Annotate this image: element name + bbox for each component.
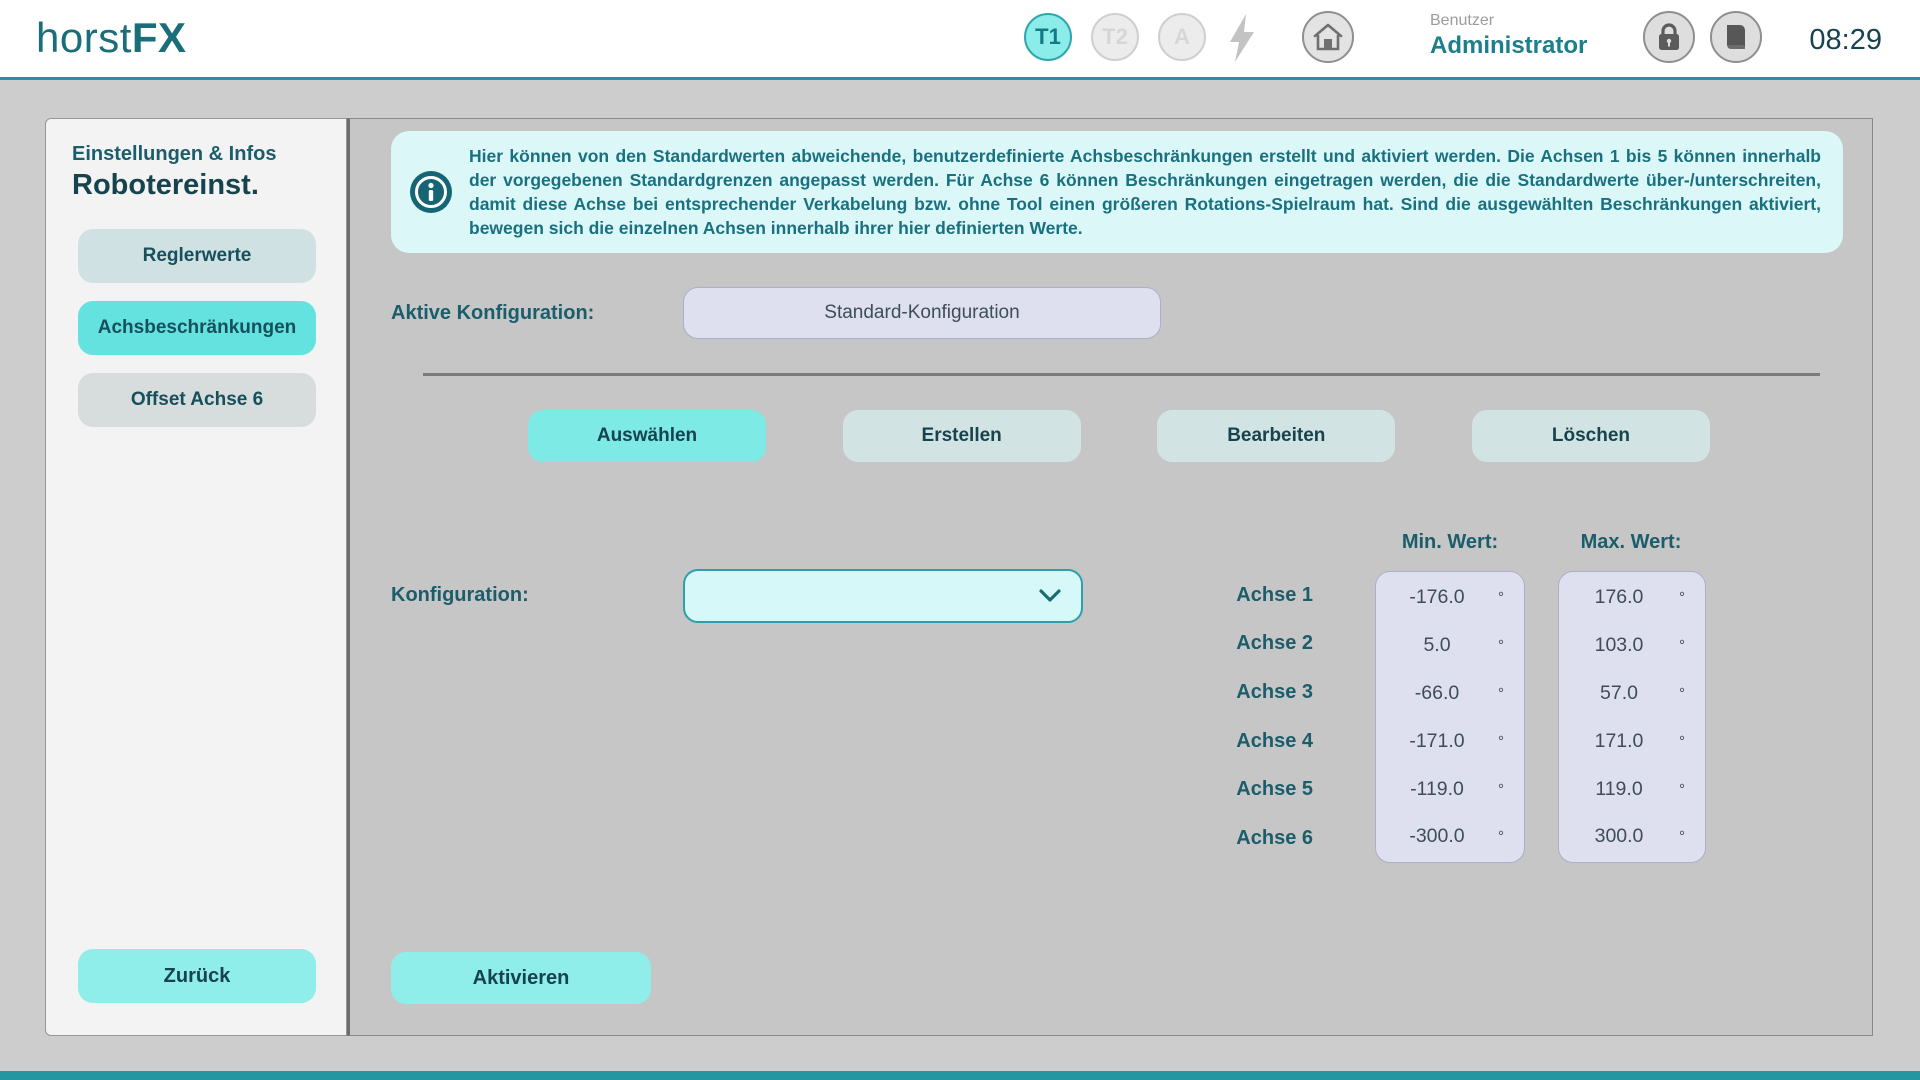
degree-unit: ° [1498,637,1524,654]
settings-sidebar: Einstellungen & Infos Robotereinst. Regl… [45,118,347,1036]
sidebar-item-reglerwerte[interactable]: Reglerwerte [78,229,316,283]
min-value-row: -171.0° [1376,717,1524,765]
max-value-row: 57.0° [1559,670,1705,718]
bottom-accent-bar [0,1071,1920,1080]
home-icon [1312,22,1344,52]
config-select-dropdown[interactable] [683,569,1083,623]
info-text: Hier können von den Standardwerten abwei… [469,144,1821,240]
degree-unit: ° [1679,781,1705,798]
mode-auto-button[interactable]: A [1158,13,1206,61]
max-values-box: 176.0° 103.0° 57.0° 171.0° 119.0° 300.0° [1558,571,1706,863]
min-value-row: -119.0° [1376,765,1524,813]
degree-unit: ° [1498,589,1524,606]
min-value: -171.0 [1376,730,1498,753]
lock-icon [1656,23,1682,51]
min-value-row: -300.0° [1376,813,1524,861]
max-value-header: Max. Wert: [1556,531,1706,554]
axis-label: Achse 4 [1193,717,1313,766]
clock: 08:29 [1809,24,1882,57]
min-value-row: 5.0° [1376,622,1524,670]
section-divider [423,373,1820,376]
main-content-panel: Hier können von den Standardwerten abwei… [347,118,1873,1036]
horstfx-logo: horstFX [36,14,187,62]
axis-label: Achse 3 [1193,668,1313,717]
axis-label-column: Achse 1 Achse 2 Achse 3 Achse 4 Achse 5 … [1193,571,1313,863]
degree-unit: ° [1679,828,1705,845]
info-banner: Hier können von den Standardwerten abwei… [391,131,1843,253]
sidebar-title: Robotereinst. [72,169,259,202]
logo-light-part: horst [36,14,132,61]
info-icon [409,170,453,214]
top-bar: horstFX T1 T2 A Benutzer Administrator [0,0,1920,80]
degree-unit: ° [1498,828,1524,845]
min-value-row: -66.0° [1376,670,1524,718]
power-lightning-icon [1222,12,1262,64]
sidebar-item-offset-achse-6[interactable]: Offset Achse 6 [78,373,316,427]
activate-button[interactable]: Aktivieren [391,952,651,1004]
config-select-label: Konfiguration: [391,584,529,607]
user-info: Benutzer Administrator [1430,12,1587,60]
active-config-value: Standard-Konfiguration [683,287,1161,339]
config-action-tabs: Auswählen Erstellen Bearbeiten Löschen [528,410,1710,462]
degree-unit: ° [1679,589,1705,606]
degree-unit: ° [1498,685,1524,702]
sidebar-item-achsbeschraenkungen[interactable]: Achsbeschränkungen [78,301,316,355]
min-value: -119.0 [1376,778,1498,801]
max-value-row: 171.0° [1559,717,1705,765]
max-value: 300.0 [1559,825,1679,848]
lock-button[interactable] [1643,11,1695,63]
sidebar-subtitle: Einstellungen & Infos [72,143,276,166]
back-button[interactable]: Zurück [78,949,316,1003]
active-config-label: Aktive Konfiguration: [391,302,594,325]
mode-t2-button[interactable]: T2 [1091,13,1139,61]
tab-bearbeiten[interactable]: Bearbeiten [1157,410,1395,462]
axis-label: Achse 5 [1193,765,1313,814]
max-value: 57.0 [1559,682,1679,705]
max-value-row: 300.0° [1559,813,1705,861]
book-icon [1723,22,1749,52]
axis-label: Achse 1 [1193,571,1313,620]
tab-loeschen[interactable]: Löschen [1472,410,1710,462]
min-value: -176.0 [1376,586,1498,609]
user-name: Administrator [1430,32,1587,60]
max-value: 176.0 [1559,586,1679,609]
max-value-row: 103.0° [1559,622,1705,670]
logo-bold-part: FX [132,14,187,61]
degree-unit: ° [1679,637,1705,654]
min-value-row: -176.0° [1376,574,1524,622]
home-button[interactable] [1302,11,1354,63]
max-value-row: 119.0° [1559,765,1705,813]
degree-unit: ° [1679,733,1705,750]
min-values-box: -176.0° 5.0° -66.0° -171.0° -119.0° -300… [1375,571,1525,863]
manual-button[interactable] [1710,11,1762,63]
horstfx-screen: horstFX T1 T2 A Benutzer Administrator [0,0,1920,1080]
axis-label: Achse 2 [1193,620,1313,669]
degree-unit: ° [1498,733,1524,750]
tab-erstellen[interactable]: Erstellen [843,410,1081,462]
max-value: 103.0 [1559,634,1679,657]
max-value: 119.0 [1559,778,1679,801]
tab-auswaehlen[interactable]: Auswählen [528,410,766,462]
max-value-row: 176.0° [1559,574,1705,622]
min-value: -300.0 [1376,825,1498,848]
user-role-label: Benutzer [1430,12,1587,30]
chevron-down-icon [1039,589,1061,603]
degree-unit: ° [1679,685,1705,702]
min-value-header: Min. Wert: [1375,531,1525,554]
mode-t1-button[interactable]: T1 [1024,13,1072,61]
axis-label: Achse 6 [1193,814,1313,863]
min-value: -66.0 [1376,682,1498,705]
min-value: 5.0 [1376,634,1498,657]
degree-unit: ° [1498,781,1524,798]
max-value: 171.0 [1559,730,1679,753]
